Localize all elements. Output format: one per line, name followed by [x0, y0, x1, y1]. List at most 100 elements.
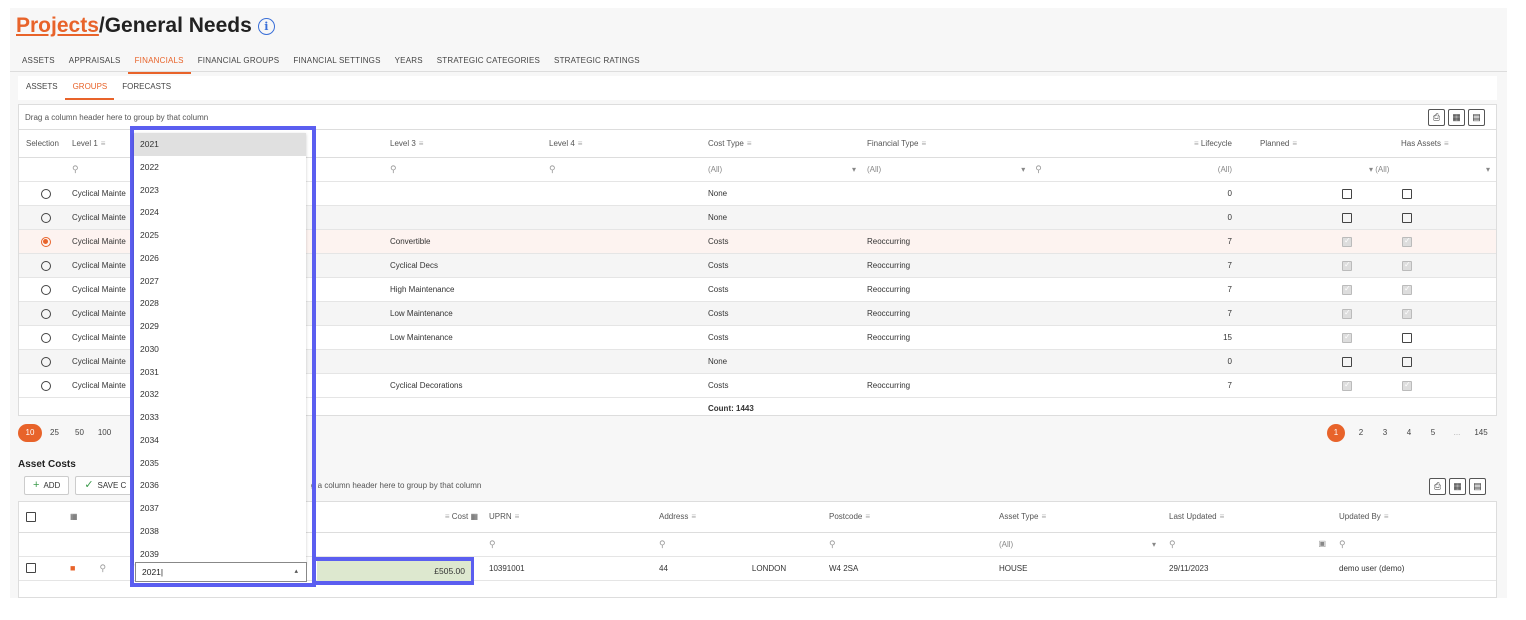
row-radio[interactable] — [40, 332, 51, 343]
print-icon[interactable]: ⎙ — [1429, 478, 1446, 495]
year-option[interactable]: 2035 — [134, 452, 306, 475]
col-select-all[interactable] — [19, 502, 63, 533]
year-option[interactable]: 2023 — [134, 179, 306, 202]
tab-strategic-categories[interactable]: STRATEGIC CATEGORIES — [430, 50, 547, 74]
col-column-chooser[interactable]: ▦ — [63, 502, 109, 533]
year-option[interactable]: 2021 — [134, 133, 306, 156]
info-icon[interactable]: i — [257, 17, 275, 35]
filter-lifecycle[interactable]: (All) — [1120, 157, 1236, 182]
page-5[interactable]: 5 — [1421, 424, 1445, 442]
subtab-assets[interactable]: ASSETS — [18, 76, 65, 100]
tab-financial-groups[interactable]: FINANCIAL GROUPS — [191, 50, 287, 74]
row-radio[interactable] — [40, 284, 51, 295]
year-option[interactable]: 2033 — [134, 406, 306, 429]
page-1[interactable]: 1 — [1327, 424, 1345, 442]
page-size-25[interactable]: 25 — [42, 424, 67, 442]
row-radio[interactable] — [40, 212, 51, 223]
export-pdf-icon[interactable]: ▤ — [1468, 109, 1485, 126]
col-financial-type[interactable]: Financial Type ≡ — [860, 129, 1120, 158]
year-option[interactable]: 2022 — [134, 156, 306, 179]
col-selection[interactable]: Selection — [19, 129, 65, 158]
year-option[interactable]: 2030 — [134, 338, 306, 361]
export-pdf-icon[interactable]: ▤ — [1469, 478, 1486, 495]
page-size-50[interactable]: 50 — [67, 424, 92, 442]
tab-financial-settings[interactable]: FINANCIAL SETTINGS — [286, 50, 387, 74]
col-updated-by[interactable]: Updated By ≡ — [1332, 502, 1496, 533]
year-option[interactable]: 2032 — [134, 383, 306, 406]
tab-strategic-ratings[interactable]: STRATEGIC RATINGS — [547, 50, 647, 74]
filter-cost-type[interactable]: (All) ▾ — [701, 157, 860, 182]
planned-checkbox — [1342, 212, 1352, 223]
delete-icon[interactable]: ■ — [70, 563, 75, 573]
col-cost-type[interactable]: Cost Type ≡ — [701, 129, 860, 158]
row-radio[interactable] — [40, 260, 51, 271]
year-option[interactable]: 2029 — [134, 315, 306, 338]
row-radio[interactable] — [40, 380, 51, 391]
page-size-100[interactable]: 100 — [92, 424, 117, 442]
filter-updated-by[interactable]: ⚲ — [1332, 532, 1496, 557]
filter-planned[interactable]: ▾ (All) — [1236, 157, 1394, 182]
filter-asset-type[interactable]: (All) ▾ — [992, 532, 1162, 557]
column-chooser-icon[interactable]: ▦ — [70, 512, 78, 521]
col-last-updated[interactable]: Last Updated ≡ — [1162, 502, 1332, 533]
row-radio[interactable] — [40, 188, 51, 199]
col-planned[interactable]: Planned ≡ — [1236, 129, 1394, 158]
add-button[interactable]: + ADD — [24, 476, 70, 495]
filter-address[interactable]: ⚲ — [652, 532, 822, 557]
tab-financials[interactable]: FINANCIALS — [127, 50, 191, 74]
subtab-groups[interactable]: GROUPS — [64, 76, 115, 100]
save-changes-button[interactable]: ✓ SAVE C — [75, 476, 136, 495]
page-last[interactable]: 145 — [1469, 424, 1493, 442]
col-level3[interactable]: Level 3 ≡ — [383, 129, 542, 158]
year-option[interactable]: 2031 — [134, 361, 306, 384]
print-icon[interactable]: ⎙ — [1428, 109, 1445, 126]
year-option[interactable]: 2024 — [134, 201, 306, 224]
select-all-checkbox[interactable] — [26, 511, 36, 522]
filter-has-assets[interactable]: ▾ — [1394, 157, 1496, 182]
year-option[interactable]: 2026 — [134, 247, 306, 270]
projects-link[interactable]: Projects — [16, 14, 99, 38]
cost-cell[interactable]: £505.00 — [317, 561, 471, 581]
year-option[interactable]: 2025 — [134, 224, 306, 247]
tab-appraisals[interactable]: APPRAISALS — [62, 50, 128, 74]
year-option[interactable]: 2027 — [134, 270, 306, 293]
col-address[interactable]: Address ≡ — [652, 502, 822, 533]
chevron-up-icon[interactable]: ▴ — [294, 563, 298, 581]
filter-level3[interactable]: ⚲ — [383, 157, 542, 182]
filter-level4[interactable]: ⚲ — [542, 157, 701, 182]
col-lifecycle[interactable]: ≡ Lifecycle — [1120, 129, 1236, 158]
year-option[interactable]: 2038 — [134, 520, 306, 543]
row-checkbox[interactable] — [26, 563, 36, 573]
filter-uprn[interactable]: ⚲ — [482, 532, 652, 557]
subtab-forecasts[interactable]: FORECASTS — [114, 76, 178, 100]
year-option[interactable]: 2034 — [134, 429, 306, 452]
year-input[interactable]: 2021| ▴ — [135, 562, 307, 582]
export-csv-icon[interactable]: ▦ — [1449, 478, 1466, 495]
tab-years[interactable]: YEARS — [388, 50, 430, 74]
tab-assets[interactable]: ASSETS — [15, 50, 62, 74]
export-csv-icon[interactable]: ▦ — [1448, 109, 1465, 126]
chevron-down-icon: ▾ — [1369, 165, 1374, 174]
filter-postcode[interactable]: ⚲ — [822, 532, 992, 557]
page-4[interactable]: 4 — [1397, 424, 1421, 442]
col-level4[interactable]: Level 4 ≡ — [542, 129, 701, 158]
page-2[interactable]: 2 — [1349, 424, 1373, 442]
col-postcode[interactable]: Postcode ≡ — [822, 502, 992, 533]
search-icon[interactable]: ⚲ — [99, 563, 106, 573]
year-option[interactable]: 2037 — [134, 497, 306, 520]
col-asset-type[interactable]: Asset Type ≡ — [992, 502, 1162, 533]
col-has-assets[interactable]: Has Assets ≡ — [1394, 129, 1496, 158]
year-option[interactable]: 2028 — [134, 292, 306, 315]
row-radio[interactable] — [40, 308, 51, 319]
page-size-10[interactable]: 10 — [18, 424, 42, 442]
filter-last-updated[interactable]: ⚲ ▣ — [1162, 532, 1332, 557]
calendar-icon[interactable]: ▣ — [1318, 539, 1326, 548]
col-uprn[interactable]: UPRN ≡ — [482, 502, 652, 533]
page-3[interactable]: 3 — [1373, 424, 1397, 442]
year-option[interactable]: 2036 — [134, 474, 306, 497]
filter-financial-type[interactable]: (All) ▾ ⚲ — [860, 157, 1120, 182]
row-radio[interactable] — [40, 236, 51, 247]
row-radio[interactable] — [40, 356, 51, 367]
year-option[interactable]: 2039 — [134, 543, 306, 565]
cell-level3 — [383, 205, 542, 230]
